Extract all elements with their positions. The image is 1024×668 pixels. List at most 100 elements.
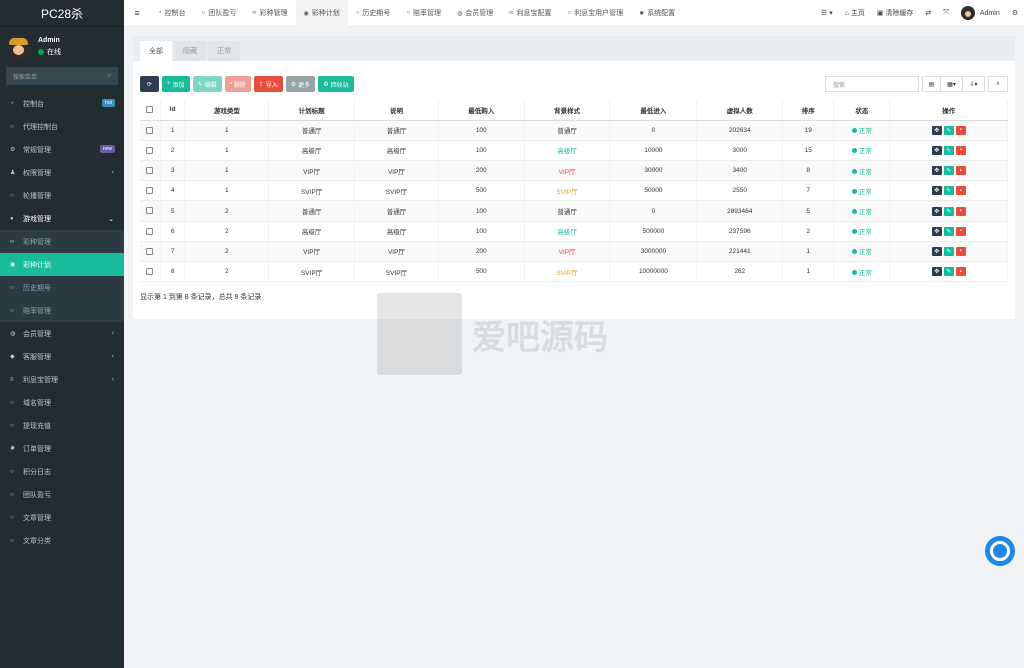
translate-icon[interactable]: ⇄ — [919, 9, 937, 17]
export-icon[interactable]: ⇩▾ — [962, 76, 985, 92]
row-checkbox[interactable] — [140, 120, 161, 141]
column-header[interactable]: 计划标题 — [268, 100, 356, 121]
edit-button[interactable]: ✎ 编辑 — [192, 76, 222, 92]
sidebar-item[interactable]: ◔ 控制台 hot — [0, 92, 124, 115]
delete-icon[interactable]: ▪ — [955, 206, 966, 216]
row-checkbox[interactable] — [140, 261, 161, 283]
column-header[interactable]: 说明 — [354, 100, 439, 121]
top-tab[interactable]: ○ 团队盈亏 — [194, 0, 245, 27]
top-tab[interactable]: ∞ 利息宝配置 — [501, 0, 559, 27]
sidebar-item[interactable]: ○ 文章分类 — [0, 529, 124, 552]
edit-icon[interactable]: ✎ — [943, 226, 954, 236]
top-tab[interactable]: ∞ 彩种管理 — [244, 0, 295, 27]
chat-bubble-icon[interactable] — [985, 536, 1015, 566]
sidebar-item[interactable]: ◆ 客服管理 ‹ — [0, 345, 124, 368]
edit-icon[interactable]: ✎ — [943, 166, 954, 176]
clear-cache-button[interactable]: ▣ 清除缓存 — [871, 8, 920, 18]
column-header[interactable]: 最低进入 — [609, 100, 698, 121]
sidebar-item[interactable]: ○ 提现充值 — [0, 414, 124, 437]
sidebar-item[interactable]: ○ 积分日志 — [0, 460, 124, 483]
import-button[interactable]: ⇪ 导入 — [253, 76, 283, 92]
list-icon[interactable]: ☰ ▾ — [815, 9, 839, 17]
row-checkbox[interactable] — [140, 140, 161, 162]
column-header[interactable]: Id — [160, 100, 186, 121]
edit-icon[interactable]: ✎ — [943, 125, 954, 135]
fullscreen-icon[interactable]: ⤧ — [937, 9, 955, 17]
sidebar-item[interactable]: ⚙ 常规管理 new — [0, 138, 124, 161]
sidebar-item[interactable]: ○ 赔率管理 — [0, 299, 124, 322]
top-tab[interactable]: ✹ 系统配置 — [631, 0, 683, 27]
menu-toggle-icon[interactable]: ≡ — [124, 8, 150, 18]
edit-icon[interactable]: ✎ — [943, 246, 954, 256]
row-checkbox[interactable] — [140, 221, 161, 242]
drag-sort-icon[interactable]: ✥ — [931, 145, 942, 155]
select-all-checkbox[interactable] — [140, 100, 161, 121]
table-row[interactable]: 6 2 高级厅 高级厅 100 高级厅 500000 237596 2 正常 ✥ ✎ ▪ — [140, 221, 1008, 242]
sidebar-item[interactable]: ✹ 订单管理 — [0, 437, 124, 460]
app-logo[interactable]: PC28杀 — [0, 0, 124, 27]
delete-icon[interactable]: ▪ — [955, 267, 966, 277]
delete-button[interactable]: ▪ 删除 — [224, 76, 251, 92]
table-row[interactable]: 1 1 普通厅 普通厅 100 普通厅 0 202634 19 正常 ✥ ✎ ▪ — [140, 120, 1008, 141]
column-header[interactable]: 排序 — [782, 100, 835, 121]
more-button[interactable]: ⚙ 更多 — [285, 76, 316, 92]
top-tab[interactable]: ◔ 控制台 — [150, 0, 194, 27]
toggle-view-icon[interactable]: ▤ — [922, 76, 941, 92]
column-header[interactable]: 虚拟人数 — [696, 100, 784, 121]
column-header[interactable]: 最低购入 — [438, 100, 525, 121]
row-checkbox[interactable] — [140, 241, 161, 263]
column-header[interactable]: 背景样式 — [524, 100, 611, 121]
sidebar-item[interactable]: ○ 历史期号 — [0, 276, 124, 299]
drag-sort-icon[interactable]: ✥ — [931, 186, 942, 196]
table-row[interactable]: 8 2 SVIP厅 SVIP厅 500 SVIP厅 10000000 262 1 正常 ✥ ✎ ▪ — [140, 261, 1008, 283]
top-tab[interactable]: ○ 赔率管理 — [398, 0, 449, 27]
column-header[interactable]: 操作 — [889, 100, 1008, 121]
sidebar-item[interactable]: ♟ 权限管理 ‹ — [0, 161, 124, 184]
drag-sort-icon[interactable]: ✥ — [931, 206, 942, 216]
edit-icon[interactable]: ✎ — [943, 186, 954, 196]
top-tab[interactable]: ◉ 彩种计划 — [295, 0, 348, 27]
tab-hidden[interactable]: 隐藏 — [174, 41, 206, 61]
sidebar-item[interactable]: ○ 代理控制台 — [0, 115, 124, 138]
edit-icon[interactable]: ✎ — [943, 206, 954, 216]
delete-icon[interactable]: ▪ — [955, 166, 966, 176]
add-button[interactable]: + 添加 — [162, 76, 190, 92]
top-tab[interactable]: ○ 利息宝用户管理 — [560, 0, 632, 27]
sidebar-item[interactable]: ○ 轮播管理 — [0, 184, 124, 207]
drag-sort-icon[interactable]: ✥ — [931, 267, 942, 277]
table-row[interactable]: 7 2 VIP厅 VIP厅 200 VIP厅 3000000 221441 1 正常 ✥ ✎ ▪ — [140, 241, 1008, 263]
columns-icon[interactable]: ▦▾ — [940, 76, 963, 92]
tab-all[interactable]: 全部 — [140, 41, 172, 61]
table-search-input[interactable]: 搜索 — [825, 76, 919, 92]
home-link[interactable]: ⌂ 主页 — [839, 8, 871, 18]
sidebar-item[interactable]: ○ 团队盈亏 — [0, 483, 124, 506]
sidebar-item[interactable]: ≡ 利息宝管理 ‹ — [0, 368, 124, 391]
sidebar-item[interactable]: ● 游戏管理 ⌄ — [0, 207, 124, 230]
top-tab[interactable]: ◍ 会员管理 — [449, 0, 501, 27]
column-header[interactable]: 游戏类型 — [184, 100, 270, 121]
delete-icon[interactable]: ▪ — [955, 186, 966, 196]
table-row[interactable]: 2 1 高级厅 高级厅 100 高级厅 10000 3000 15 正常 ✥ ✎ ▪ — [140, 140, 1008, 162]
table-row[interactable]: 4 1 SVIP厅 SVIP厅 500 SVIP厅 50000 2550 7 正常 ✥ ✎ ▪ — [140, 180, 1008, 202]
drag-sort-icon[interactable]: ✥ — [931, 166, 942, 176]
sidebar-item[interactable]: ○ 文章管理 — [0, 506, 124, 529]
sidebar-search-input[interactable]: 搜索菜单 ⌕ — [6, 67, 118, 85]
table-row[interactable]: 5 2 普通厅 普通厅 100 普通厅 0 2893464 5 正常 ✥ ✎ ▪ — [140, 200, 1008, 222]
tab-normal[interactable]: 正常 — [208, 41, 240, 61]
sidebar-item[interactable]: ○ 域名管理 — [0, 391, 124, 414]
drag-sort-icon[interactable]: ✥ — [931, 226, 942, 236]
advanced-search-icon[interactable]: ⌕ — [988, 76, 1008, 92]
refresh-button[interactable]: ⟳ — [140, 76, 159, 92]
column-header[interactable]: 状态 — [833, 100, 891, 121]
delete-icon[interactable]: ▪ — [955, 125, 966, 135]
settings-icon[interactable]: ⚙ — [1006, 9, 1024, 17]
row-checkbox[interactable] — [140, 160, 161, 182]
drag-sort-icon[interactable]: ✥ — [931, 246, 942, 256]
delete-icon[interactable]: ▪ — [955, 145, 966, 155]
sidebar-item[interactable]: ◉ 彩种计划 — [0, 253, 124, 276]
edit-icon[interactable]: ✎ — [943, 267, 954, 277]
drag-sort-icon[interactable]: ✥ — [931, 125, 942, 135]
top-tab[interactable]: ○ 历史期号 — [348, 0, 399, 27]
sidebar-item[interactable]: ◍ 会员管理 ‹ — [0, 322, 124, 345]
recycle-button[interactable]: ♻ 回收站 — [318, 76, 354, 92]
